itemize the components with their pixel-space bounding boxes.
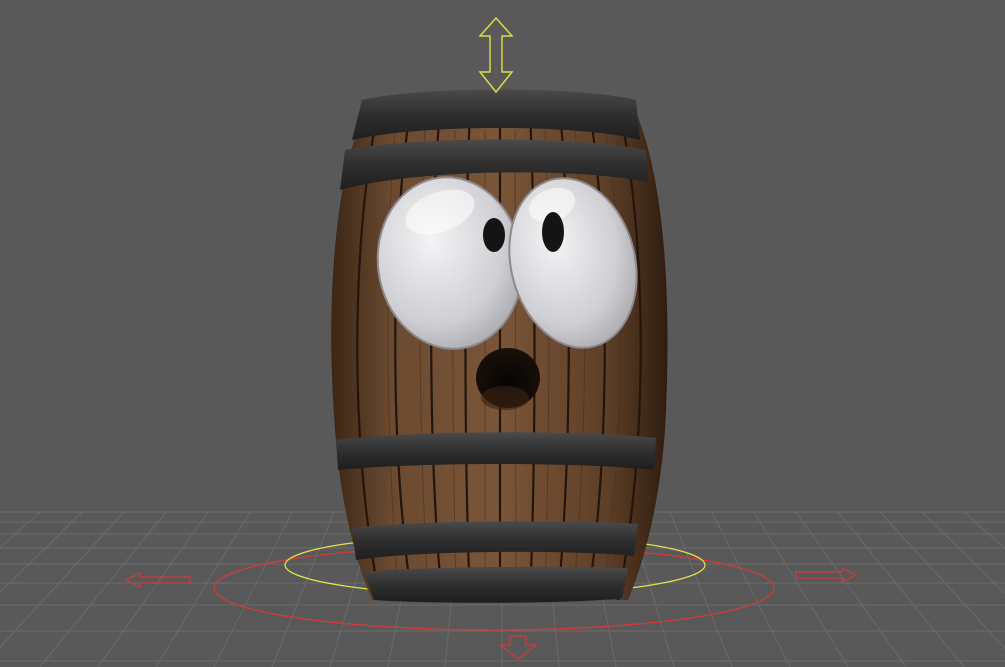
right-pupil <box>542 212 564 252</box>
arrow-down-icon[interactable] <box>498 635 538 660</box>
barrel-hoop-bottom <box>364 566 628 603</box>
left-pupil <box>483 218 505 252</box>
arrow-right-icon[interactable] <box>795 567 858 583</box>
mouth-lip <box>481 386 529 410</box>
3d-viewport[interactable] <box>0 0 1005 667</box>
viewport-scene[interactable] <box>0 0 1005 667</box>
arrow-up-down-icon[interactable] <box>478 16 514 94</box>
barrel-character[interactable] <box>331 89 668 603</box>
arrow-left-icon[interactable] <box>124 572 191 588</box>
